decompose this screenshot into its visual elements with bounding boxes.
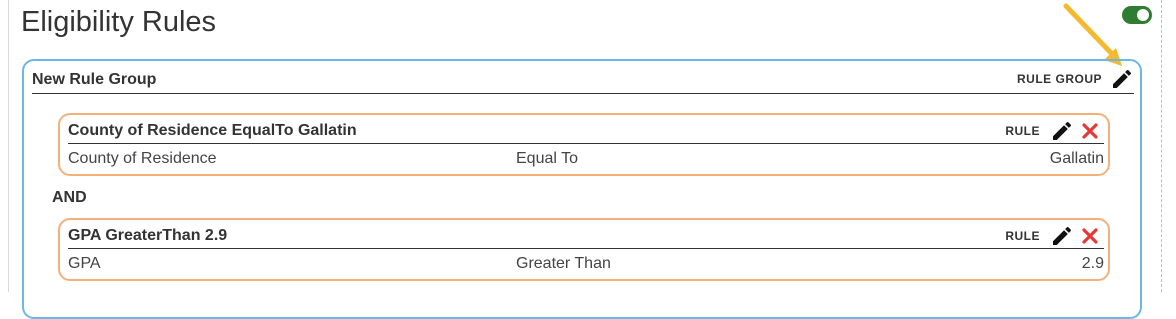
rule-group: New Rule Group RULE GROUP County of Resi… bbox=[22, 59, 1142, 319]
page-left-border bbox=[8, 0, 9, 292]
rule-field: GPA bbox=[68, 255, 101, 272]
edit-rule-button[interactable] bbox=[1050, 224, 1074, 248]
rule-group-header: New Rule Group RULE GROUP bbox=[32, 69, 1134, 94]
delete-rule-button[interactable] bbox=[1078, 224, 1102, 248]
rule-field: County of Residence bbox=[68, 150, 217, 167]
decorative-curve bbox=[0, 0, 12, 292]
rule-title: County of Residence EqualTo Gallatin bbox=[68, 122, 357, 139]
page-title: Eligibility Rules bbox=[21, 6, 217, 38]
close-icon bbox=[1082, 228, 1098, 244]
rule-group-type-label: RULE GROUP bbox=[1016, 72, 1102, 86]
toggle-knob bbox=[1137, 9, 1149, 21]
pencil-icon bbox=[1113, 69, 1132, 88]
delete-rule-button[interactable] bbox=[1078, 119, 1102, 143]
rule-operator: Greater Than bbox=[516, 255, 611, 272]
rule-card: County of Residence EqualTo Gallatin RUL… bbox=[58, 113, 1110, 176]
rule-operator: Equal To bbox=[516, 150, 578, 167]
rule-value: Gallatin bbox=[1049, 150, 1104, 167]
close-icon bbox=[1082, 123, 1098, 139]
rule-condition-row: GPA Greater Than 2.9 bbox=[68, 255, 1104, 275]
edit-rule-button[interactable] bbox=[1050, 119, 1074, 143]
rule-value: 2.9 bbox=[1081, 255, 1104, 272]
logical-connector: AND bbox=[52, 189, 87, 206]
rule-type-label: RULE bbox=[1005, 229, 1040, 243]
rule-group-title: New Rule Group bbox=[32, 71, 157, 88]
pencil-icon bbox=[1053, 121, 1072, 140]
rule-type-label: RULE bbox=[1005, 124, 1040, 138]
pencil-icon bbox=[1053, 226, 1072, 245]
rule-header: County of Residence EqualTo Gallatin RUL… bbox=[68, 119, 1104, 144]
rule-title: GPA GreaterThan 2.9 bbox=[68, 227, 228, 244]
edit-rule-group-button[interactable] bbox=[1110, 67, 1134, 91]
rule-condition-row: County of Residence Equal To Gallatin bbox=[68, 150, 1104, 170]
right-dotted-border bbox=[1161, 0, 1162, 292]
rule-header: GPA GreaterThan 2.9 RULE bbox=[68, 224, 1104, 249]
rule-card: GPA GreaterThan 2.9 RULE GPA Greater Tha… bbox=[58, 218, 1110, 281]
eligibility-toggle[interactable] bbox=[1122, 6, 1152, 24]
